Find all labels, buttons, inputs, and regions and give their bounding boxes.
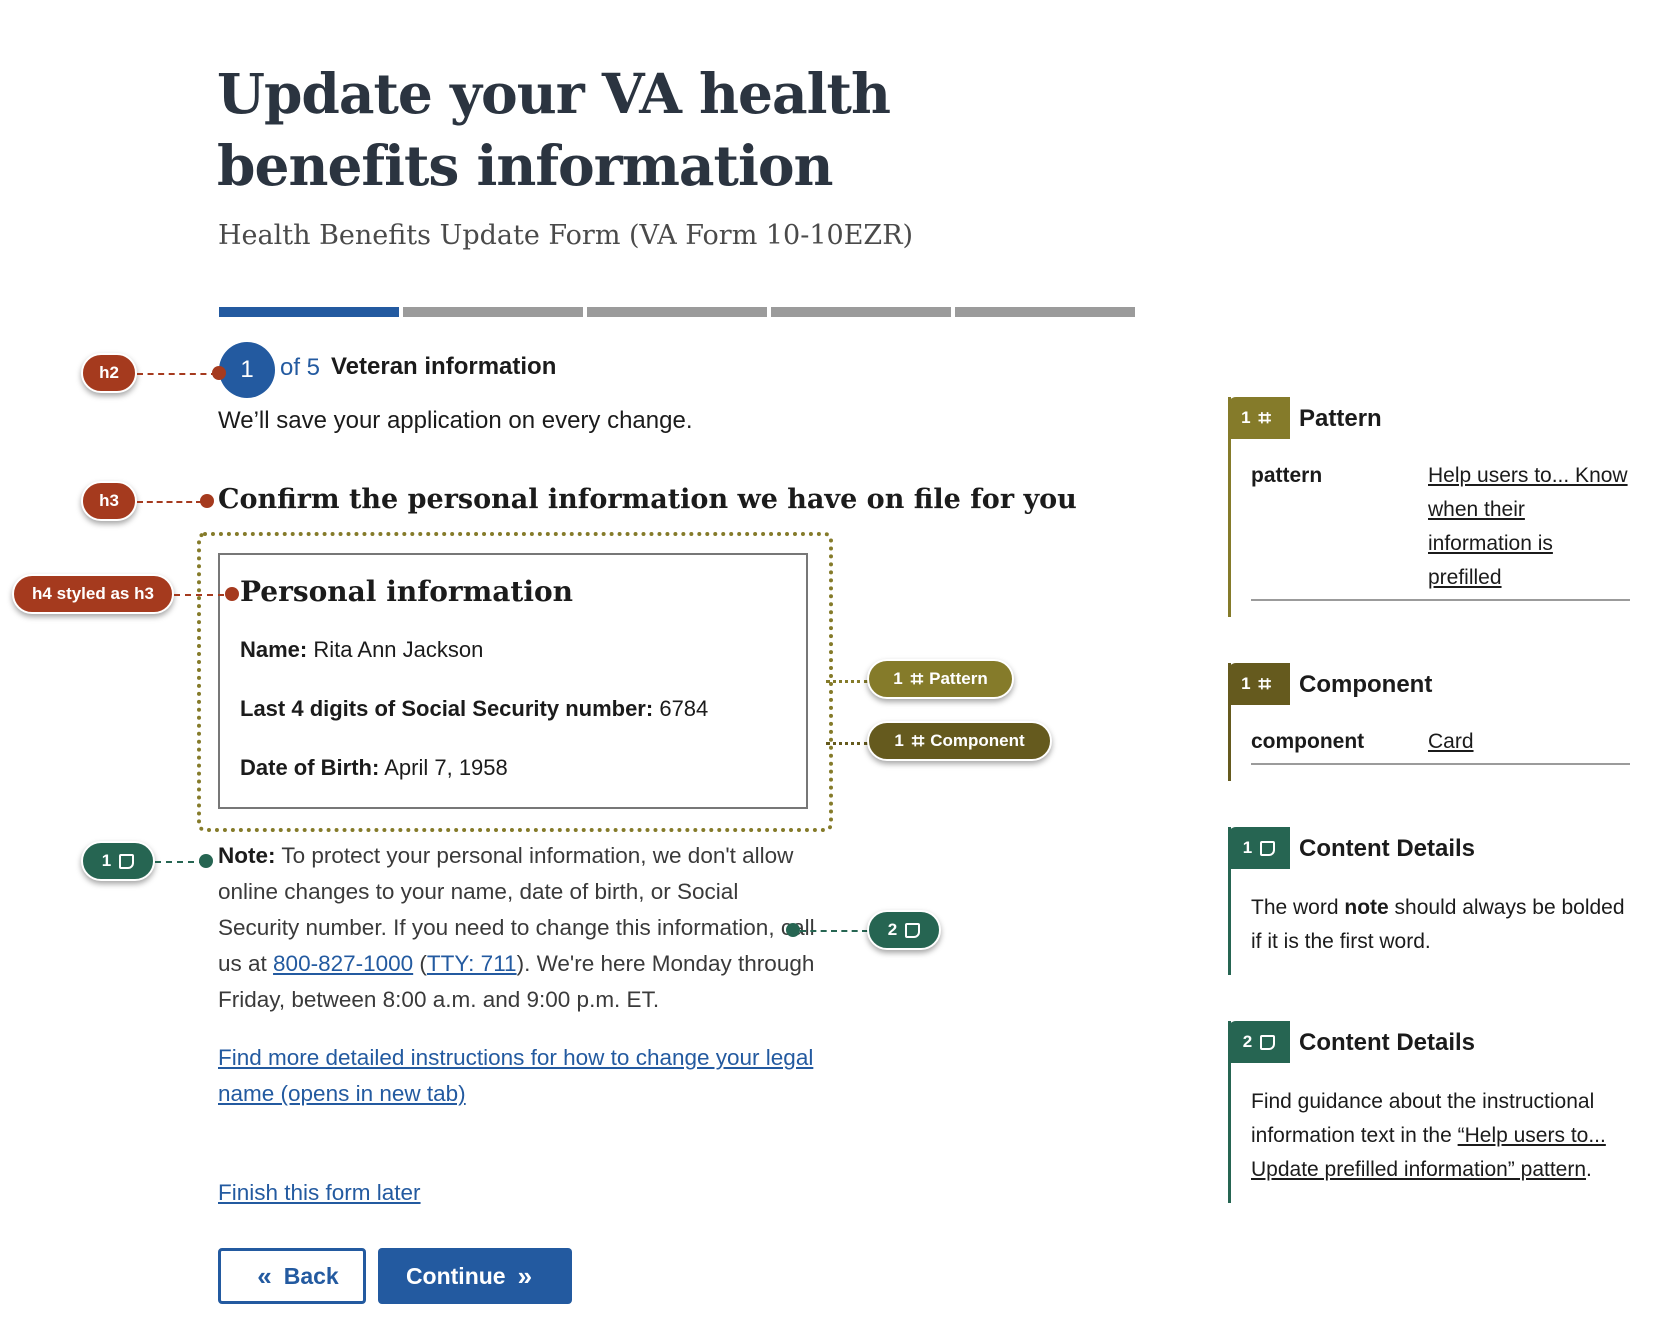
pattern-link[interactable]: Help users to... Know when their informa… bbox=[1428, 459, 1630, 595]
annotation-connector bbox=[174, 594, 224, 596]
progress-segment bbox=[955, 307, 1135, 317]
content-details-panel-2: 2 Content Details Find guidance about th… bbox=[1228, 1021, 1630, 1203]
card-row-label: Last 4 digits of Social Security number: bbox=[240, 696, 654, 721]
panel-body: The word note should always be bolded if… bbox=[1251, 891, 1630, 959]
card-row-ssn: Last 4 digits of Social Security number:… bbox=[240, 696, 708, 722]
note-paragraph: Note: To protect your personal informati… bbox=[218, 843, 815, 1012]
pattern-panel: 1 ⌗ Pattern pattern Help users to... Kno… bbox=[1228, 397, 1630, 617]
annotation-dot bbox=[225, 587, 239, 601]
progress-segment bbox=[771, 307, 951, 317]
tty-link[interactable]: TTY: 711 bbox=[427, 951, 517, 976]
card-title: Personal information bbox=[240, 575, 574, 608]
panel-body: component Card bbox=[1251, 725, 1630, 765]
continue-button[interactable]: Continue » bbox=[378, 1248, 572, 1304]
panel-text: The word bbox=[1251, 896, 1345, 919]
annotation-connector bbox=[137, 501, 202, 503]
card-row-label: Name: bbox=[240, 637, 308, 662]
continue-button-label: Continue bbox=[405, 1262, 506, 1289]
annotation-connector bbox=[155, 861, 205, 863]
step-of-total: of 5 bbox=[280, 354, 321, 381]
pattern-annotation-label: Pattern bbox=[929, 669, 988, 688]
component-panel-tag: 1 ⌗ bbox=[1228, 663, 1290, 705]
component-annotation: 1 ⌗ Component bbox=[867, 721, 1052, 761]
panel-number: 1 bbox=[1242, 838, 1253, 857]
hash-icon: ⌗ bbox=[1258, 405, 1271, 430]
back-button[interactable]: « Back bbox=[218, 1248, 366, 1304]
content-panel-tag: 1 bbox=[1228, 827, 1290, 869]
pattern-annotation-number: 1 bbox=[893, 669, 903, 688]
panel-key: component bbox=[1251, 730, 1365, 753]
pattern-panel-tag: 1 ⌗ bbox=[1228, 397, 1290, 439]
back-button-label: Back bbox=[283, 1262, 339, 1289]
panel-number: 1 bbox=[1241, 674, 1251, 693]
annotation-dot bbox=[200, 494, 214, 508]
save-note: We’ll save your application on every cha… bbox=[218, 407, 693, 434]
panel-heading: Pattern bbox=[1299, 405, 1382, 432]
content-annotation-1: 1 bbox=[81, 841, 155, 881]
annotation-dot bbox=[212, 366, 226, 380]
note-icon bbox=[1260, 1034, 1276, 1050]
note-icon bbox=[905, 922, 921, 938]
detail-instructions-link-wrap: Find more detailed instructions for how … bbox=[218, 1040, 818, 1112]
progress-segment bbox=[587, 307, 767, 317]
step-number-circle: 1 bbox=[219, 342, 275, 398]
annotation-connector bbox=[826, 680, 868, 683]
card-row-value: 6784 bbox=[659, 696, 709, 721]
phone-link[interactable]: 800-827-1000 bbox=[273, 951, 413, 976]
panel-body: Find guidance about the instructional in… bbox=[1251, 1085, 1630, 1187]
panel-body: pattern Help users to... Know when their… bbox=[1251, 459, 1630, 601]
note-icon bbox=[119, 853, 135, 869]
panel-key: pattern bbox=[1251, 464, 1323, 487]
panel-heading: Component bbox=[1299, 671, 1433, 698]
content-panel-tag: 2 bbox=[1228, 1021, 1290, 1063]
annotation-connector bbox=[800, 930, 868, 932]
page-subtitle: Health Benefits Update Form (VA Form 10-… bbox=[218, 220, 914, 251]
progress-segment-active bbox=[219, 307, 399, 317]
component-link[interactable]: Card bbox=[1428, 725, 1630, 759]
panel-kv-row: pattern Help users to... Know when their… bbox=[1251, 459, 1630, 601]
content-annotation-number: 2 bbox=[887, 920, 898, 939]
annotation-connector bbox=[826, 742, 868, 745]
note-icon bbox=[1260, 840, 1276, 856]
hash-icon: ⌗ bbox=[910, 666, 924, 691]
component-panel: 1 ⌗ Component component Card bbox=[1228, 663, 1630, 781]
annotation-dot bbox=[786, 923, 800, 937]
annotation-dot bbox=[199, 854, 213, 868]
step-title: Veteran information bbox=[331, 353, 557, 380]
pattern-annotation: 1 ⌗ Pattern bbox=[867, 659, 1014, 699]
component-annotation-label: Component bbox=[930, 731, 1025, 750]
card-row-value: April 7, 1958 bbox=[384, 755, 508, 780]
hash-icon: ⌗ bbox=[1258, 671, 1271, 696]
finish-later-link-wrap: Finish this form later bbox=[218, 1180, 421, 1206]
detail-instructions-link[interactable]: Find more detailed instructions for how … bbox=[218, 1045, 813, 1106]
panel-number: 1 bbox=[1241, 408, 1251, 427]
panel-number: 2 bbox=[1242, 1032, 1253, 1051]
chevron-double-left-icon: « bbox=[257, 1260, 272, 1291]
card-row-label: Date of Birth: bbox=[240, 755, 380, 780]
card-row-name: Name: Rita Ann Jackson bbox=[240, 637, 483, 663]
panel-heading: Content Details bbox=[1299, 835, 1476, 862]
page-title: Update your VA health benefits informati… bbox=[217, 61, 891, 198]
content-details-panel-1: 1 Content Details The word note should a… bbox=[1228, 827, 1630, 975]
component-annotation-number: 1 bbox=[894, 731, 904, 750]
card-row-dob: Date of Birth: April 7, 1958 bbox=[240, 755, 508, 781]
h3-annotation: h3 bbox=[81, 481, 137, 521]
panel-kv-row: component Card bbox=[1251, 725, 1630, 765]
finish-later-link[interactable]: Finish this form later bbox=[218, 1180, 421, 1205]
h2-annotation: h2 bbox=[81, 353, 137, 393]
panel-text: . bbox=[1586, 1158, 1592, 1181]
card-row-value: Rita Ann Jackson bbox=[313, 637, 484, 662]
progress-segment bbox=[403, 307, 583, 317]
section-heading: Confirm the personal information we have… bbox=[218, 484, 1077, 515]
h4-annotation: h4 styled as h3 bbox=[12, 574, 174, 614]
chevron-double-right-icon: » bbox=[517, 1260, 533, 1291]
content-annotation-2: 2 bbox=[867, 910, 941, 950]
annotation-connector bbox=[137, 373, 217, 375]
note-label: Note: bbox=[218, 843, 276, 868]
hash-icon: ⌗ bbox=[911, 728, 925, 753]
panel-bold-text: note bbox=[1344, 896, 1389, 919]
panel-heading: Content Details bbox=[1299, 1029, 1476, 1056]
content-annotation-number: 1 bbox=[101, 851, 112, 870]
